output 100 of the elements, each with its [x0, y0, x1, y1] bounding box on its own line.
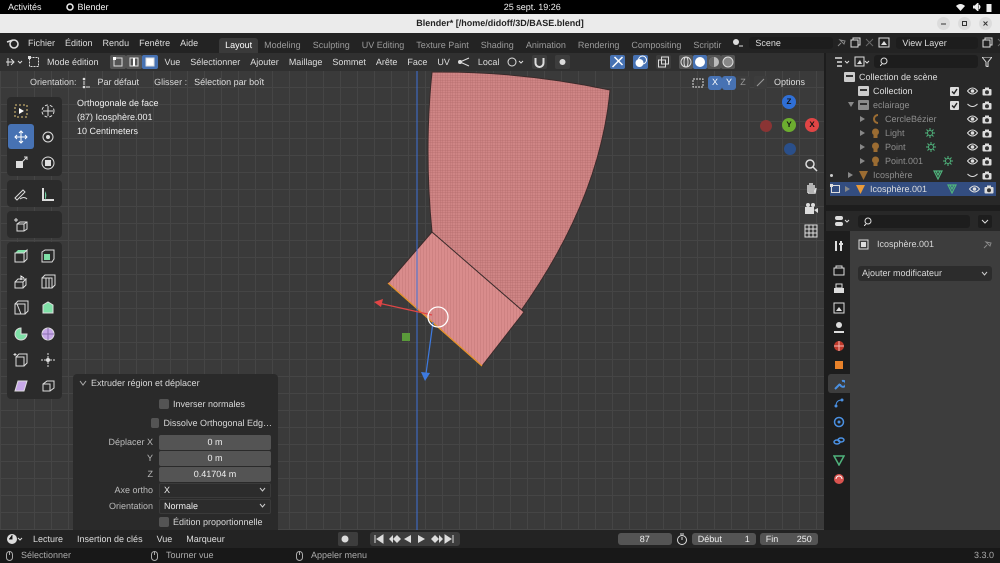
tree-item-label[interactable]: eclairage — [873, 100, 910, 110]
vertex-select-icon[interactable] — [110, 55, 126, 69]
orbit-icon[interactable] — [833, 416, 845, 428]
sun-icon[interactable] — [926, 142, 936, 152]
menu-item[interactable]: Aide — [175, 36, 204, 50]
material-sphere-icon[interactable] — [833, 472, 845, 484]
chevron-down-icon[interactable] — [259, 487, 266, 494]
filter-icon[interactable] — [982, 56, 992, 66]
chevron-down-icon[interactable] — [259, 503, 266, 510]
outliner-row[interactable]: Icosphère — [830, 168, 996, 182]
pivot-dropdown[interactable]: Local — [474, 56, 502, 68]
tree-item-label[interactable]: Point.001 — [885, 156, 924, 166]
prev-keyframe-icon[interactable] — [386, 533, 401, 545]
proportional-icon[interactable] — [555, 55, 570, 69]
xray-icon[interactable] — [656, 55, 672, 69]
number-field[interactable]: 0 m — [159, 434, 271, 450]
eye-icon[interactable] — [969, 185, 980, 193]
camera-icon[interactable] — [982, 128, 992, 138]
panel-title[interactable]: Extruder région et déplacer — [91, 378, 200, 389]
menu-item[interactable]: Lecture — [28, 532, 68, 546]
mirror-icon[interactable] — [692, 76, 704, 88]
tree-item-label[interactable]: Point — [885, 142, 906, 152]
add-edge-icon[interactable] — [13, 352, 29, 368]
axis-negative-handle[interactable] — [784, 143, 796, 155]
menu-item[interactable]: Sommet — [329, 56, 369, 68]
eye-icon[interactable] — [967, 87, 978, 95]
triangle-mesh-icon[interactable] — [833, 454, 845, 466]
menu-item[interactable]: Arête — [372, 56, 400, 68]
tree-item-label[interactable]: Icosphère.001 — [870, 184, 928, 194]
axis-toggle[interactable]: Z — [736, 76, 750, 90]
menu-item[interactable]: UV — [434, 56, 453, 68]
image-icon[interactable] — [854, 56, 870, 68]
outliner-row[interactable]: Icosphère.001 — [830, 182, 996, 196]
eye-icon[interactable] — [967, 143, 978, 151]
camera-icon[interactable] — [982, 86, 992, 96]
number-field[interactable]: 0.41704 m — [159, 466, 271, 482]
eye-closed-icon[interactable] — [967, 101, 978, 109]
scene-field[interactable]: Scene — [749, 36, 834, 50]
camera-icon[interactable] — [982, 142, 992, 152]
globe-icon[interactable] — [833, 340, 845, 352]
tree-item-label[interactable]: Light — [885, 128, 905, 138]
edit-mode-icon[interactable] — [28, 56, 40, 68]
axis-toggle[interactable]: X — [708, 76, 722, 90]
chevron-down-icon[interactable] — [79, 379, 87, 388]
smooth-sphere-icon[interactable] — [40, 326, 56, 342]
battery-icon[interactable] — [986, 2, 992, 12]
stopwatch-icon[interactable] — [676, 533, 688, 545]
workspace-tab[interactable]: Texture Paint — [410, 38, 475, 53]
add-cube-icon[interactable] — [13, 216, 29, 232]
start-frame-field[interactable]: Début 1 — [692, 532, 756, 546]
edit-mode-icon[interactable] — [830, 184, 841, 194]
tree-item-label[interactable]: Collection de scène — [859, 72, 938, 82]
poly-build-icon[interactable] — [40, 300, 56, 316]
expanded-arrow-icon[interactable] — [848, 102, 854, 108]
workspace-tab[interactable]: Compositing — [625, 38, 688, 53]
extrude-icon[interactable] — [13, 248, 29, 264]
axis-button[interactable]: Z — [782, 95, 796, 109]
number-field[interactable]: 0 m — [159, 450, 271, 466]
wifi-icon[interactable] — [956, 3, 965, 11]
ruler-icon[interactable] — [40, 186, 56, 202]
activities-button[interactable]: Activités — [8, 2, 42, 12]
link-icon[interactable] — [833, 434, 845, 446]
collapsed-arrow-icon[interactable] — [860, 116, 866, 122]
tools-icon[interactable] — [833, 238, 845, 250]
sun-icon[interactable] — [943, 156, 954, 166]
wireframe-sphere-icon[interactable] — [679, 55, 694, 69]
sun-icon[interactable] — [924, 128, 935, 138]
copy-icon[interactable] — [982, 37, 994, 48]
axis-button[interactable]: Y — [782, 118, 796, 132]
chevron-down-icon[interactable] — [978, 214, 992, 228]
search-field[interactable] — [858, 214, 970, 228]
face-select-icon[interactable] — [142, 55, 158, 69]
checkbox[interactable] — [159, 517, 169, 528]
workspace-tab[interactable]: Scriptir — [687, 38, 728, 53]
mesh-data-icon[interactable] — [932, 170, 943, 180]
rotate-icon[interactable] — [40, 128, 56, 144]
menu-item[interactable]: Édition — [60, 36, 98, 50]
inset-icon[interactable] — [40, 248, 56, 264]
workspace-tab[interactable]: Rendering — [572, 38, 626, 53]
volume-icon[interactable] — [973, 3, 982, 11]
tree-item-label[interactable]: CercleBézier — [885, 114, 937, 124]
rip-icon[interactable] — [40, 378, 56, 394]
camera-icon[interactable] — [804, 202, 818, 216]
options-dropdown[interactable]: Options — [770, 76, 808, 89]
mesh-data-icon[interactable] — [947, 184, 958, 194]
collapsed-arrow-icon[interactable] — [860, 130, 866, 136]
select-box-icon[interactable] — [13, 102, 29, 118]
checkbox[interactable] — [150, 418, 160, 428]
spin-icon[interactable] — [13, 326, 29, 342]
collapsed-arrow-icon[interactable] — [848, 172, 854, 178]
scene-icon[interactable] — [731, 36, 746, 49]
frame-field[interactable]: 87 — [618, 532, 672, 546]
menu-item[interactable]: Maillage — [286, 56, 326, 68]
maximize-icon[interactable] — [958, 17, 971, 30]
menu-item[interactable]: Vue — [162, 56, 184, 68]
scene-icon[interactable] — [833, 320, 845, 332]
camera-icon[interactable] — [984, 184, 994, 194]
zoom-icon[interactable] — [804, 158, 818, 172]
camera-icon[interactable] — [982, 170, 992, 180]
collapsed-arrow-icon[interactable] — [860, 144, 866, 150]
